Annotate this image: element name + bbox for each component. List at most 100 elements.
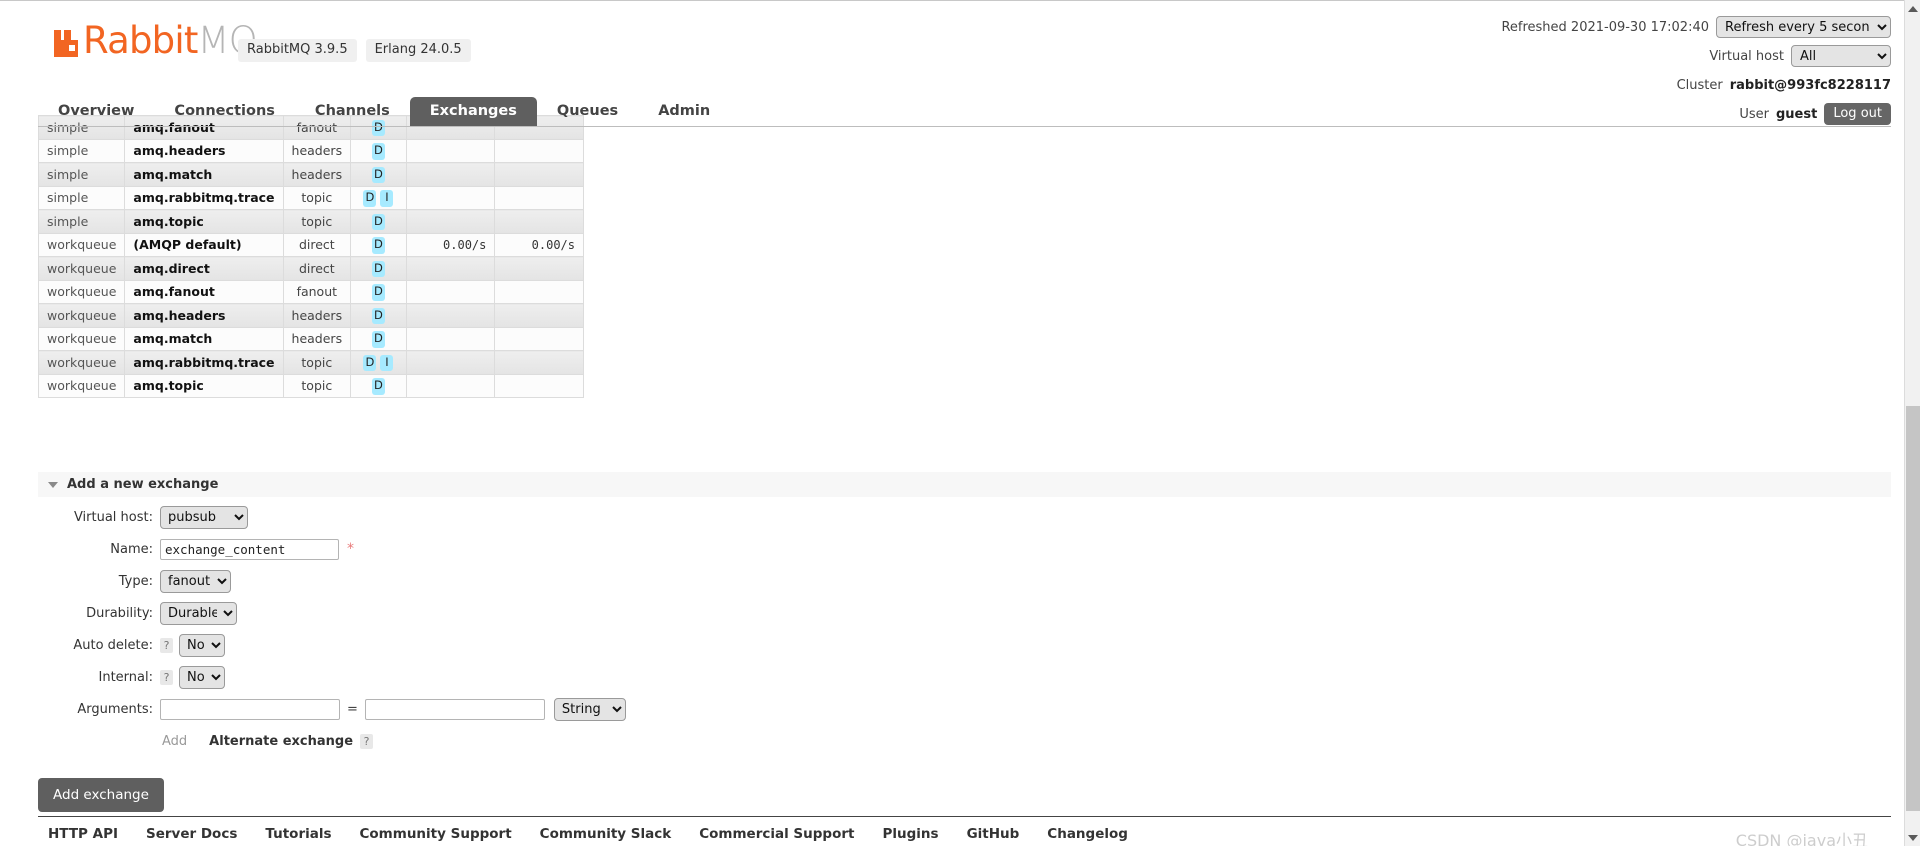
cell-rate-in (405, 326, 496, 351)
cell-exchange-name[interactable]: amq.topic (124, 373, 284, 398)
cell-exchange-name[interactable]: amq.headers (124, 303, 284, 328)
table-row[interactable]: workqueue amq.topic topic D (37, 373, 584, 398)
cell-features: D (350, 326, 407, 351)
form-argument-type-select[interactable]: StringNumberBooleanList (553, 697, 626, 721)
footer-link-tutorials[interactable]: Tutorials (265, 826, 331, 842)
cell-exchange-name[interactable]: amq.rabbitmq.trace (124, 350, 284, 375)
form-durability-select[interactable]: DurableTransient (160, 601, 237, 625)
form-vhost-select[interactable]: pubsubsimpleworkqueue/ (160, 505, 248, 529)
cell-exchange-name[interactable]: amq.match (124, 326, 284, 351)
nav-underline (38, 126, 1891, 127)
cell-virtual-host: workqueue (37, 256, 126, 281)
cell-virtual-host: workqueue (37, 326, 126, 351)
form-name-input[interactable] (160, 538, 339, 560)
form-label-durability: Durability: (86, 605, 153, 621)
cell-rate-in (405, 373, 496, 398)
footer-link-community-slack[interactable]: Community Slack (540, 826, 672, 842)
tab-connections[interactable]: Connections (154, 97, 295, 127)
footer-link-plugins[interactable]: Plugins (882, 826, 938, 842)
durable-badge: D (371, 331, 385, 348)
cluster-row: Cluster rabbit@993fc8228117 (1501, 74, 1891, 96)
scroll-down-arrow-icon[interactable] (1905, 829, 1920, 846)
vertical-scrollbar[interactable] (1904, 0, 1920, 846)
form-label-autodelete: Auto delete: (73, 637, 153, 653)
footer-link-community-support[interactable]: Community Support (360, 826, 512, 842)
watermark-text: CSDN @java小丑 (1735, 831, 1868, 846)
cell-exchange-type: topic (282, 350, 352, 375)
add-exchange-button[interactable]: Add exchange (38, 778, 164, 812)
form-type-select[interactable]: fanoutdirecttopicheaders (160, 569, 231, 593)
cell-rate-in (405, 256, 496, 281)
form-row-internal: Internal: ? NoYes (38, 665, 738, 689)
durable-badge: D (371, 213, 385, 230)
footer-link-github[interactable]: GitHub (967, 826, 1020, 842)
table-row[interactable]: workqueue amq.match headers D (37, 326, 584, 351)
table-row[interactable]: workqueue amq.fanout fanout D (37, 279, 584, 304)
tab-channels[interactable]: Channels (295, 97, 410, 127)
cell-exchange-name[interactable]: amq.direct (124, 256, 284, 281)
cell-features: D (350, 232, 407, 257)
help-icon-autodelete[interactable]: ? (160, 637, 173, 653)
tab-exchanges[interactable]: Exchanges (409, 96, 537, 126)
footer-link-commercial-support[interactable]: Commercial Support (699, 826, 854, 842)
tab-overview[interactable]: Overview (38, 97, 154, 127)
cell-exchange-name[interactable]: amq.headers (124, 138, 284, 163)
table-row[interactable]: simple amq.match headers D (37, 162, 584, 187)
footer-link-server-docs[interactable]: Server Docs (146, 826, 237, 842)
cell-features: D (350, 162, 407, 187)
cell-features: DI (350, 350, 407, 375)
form-label-internal: Internal: (98, 669, 153, 685)
cell-virtual-host: workqueue (37, 303, 126, 328)
cell-rate-out (494, 185, 584, 210)
cell-rate-in (405, 138, 496, 163)
help-icon-alternate-exchange[interactable]: ? (360, 733, 374, 749)
form-autodelete-select[interactable]: NoYes (179, 633, 225, 657)
cell-virtual-host: simple (37, 209, 126, 234)
durable-badge: D (371, 143, 385, 160)
add-argument-link[interactable]: Add (162, 734, 187, 749)
footer-link-changelog[interactable]: Changelog (1047, 826, 1128, 842)
form-internal-select[interactable]: NoYes (179, 665, 225, 689)
table-row[interactable]: simple amq.rabbitmq.trace topic D I (37, 185, 584, 210)
form-row-vhost: Virtual host: pubsubsimpleworkqueue/ (38, 505, 738, 529)
scroll-up-arrow-icon[interactable] (1905, 0, 1920, 17)
logout-button[interactable]: Log out (1824, 103, 1891, 125)
cell-rate-out (494, 373, 584, 398)
cell-rate-out (494, 279, 584, 304)
cell-exchange-name[interactable]: amq.fanout (124, 279, 284, 304)
cell-virtual-host: simple (37, 138, 126, 163)
cell-rate-in: 0.00/s (405, 232, 496, 257)
cell-exchange-name[interactable]: (AMQP default) (124, 232, 284, 257)
help-icon-internal[interactable]: ? (160, 669, 173, 685)
refresh-interval-select[interactable]: Refresh every 5 secondsRefresh every 30 … (1716, 16, 1891, 38)
table-row[interactable]: simple amq.headers headers D (37, 138, 584, 163)
tab-queues[interactable]: Queues (537, 97, 638, 127)
table-row[interactable]: workqueue amq.direct direct D (37, 256, 584, 281)
cell-exchange-name[interactable]: amq.match (124, 162, 284, 187)
table-row[interactable]: workqueue (AMQP default) direct D 0.00/s 0.00… (37, 232, 584, 257)
scrollbar-thumb[interactable] (1906, 406, 1920, 811)
form-label-arguments: Arguments: (77, 701, 153, 717)
cell-exchange-name[interactable]: amq.topic (124, 209, 284, 234)
table-row[interactable]: workqueue amq.rabbitmq.trace topic D I (37, 350, 584, 375)
cell-features: D (350, 303, 407, 328)
cell-rate-out: 0.00/s (494, 232, 584, 257)
cell-rate-in (405, 350, 496, 375)
footer-links: HTTP API Server Docs Tutorials Community Su… (48, 826, 1128, 842)
form-argument-value-input[interactable] (364, 698, 545, 720)
tab-admin[interactable]: Admin (638, 97, 730, 127)
durable-badge: D (371, 284, 385, 301)
footer-link-http-api[interactable]: HTTP API (48, 826, 118, 842)
form-row-autodelete: Auto delete: ? NoYes (38, 633, 738, 657)
table-row[interactable]: workqueue amq.headers headers D (37, 303, 584, 328)
form-argument-key-input[interactable] (160, 698, 340, 720)
table-row[interactable]: simple amq.topic topic D (37, 209, 584, 234)
user-name: guest (1776, 106, 1818, 122)
cell-exchange-name[interactable]: amq.rabbitmq.trace (124, 185, 284, 210)
cell-features: DI (350, 185, 407, 210)
vhost-filter-select[interactable]: All/pubsubsimpleworkqueue (1791, 45, 1891, 67)
cell-rate-in (405, 209, 496, 234)
add-exchange-section-header[interactable]: Add a new exchange (38, 472, 1891, 497)
cluster-name: rabbit@993fc8228117 (1729, 77, 1891, 93)
cell-exchange-type: headers (282, 326, 352, 351)
